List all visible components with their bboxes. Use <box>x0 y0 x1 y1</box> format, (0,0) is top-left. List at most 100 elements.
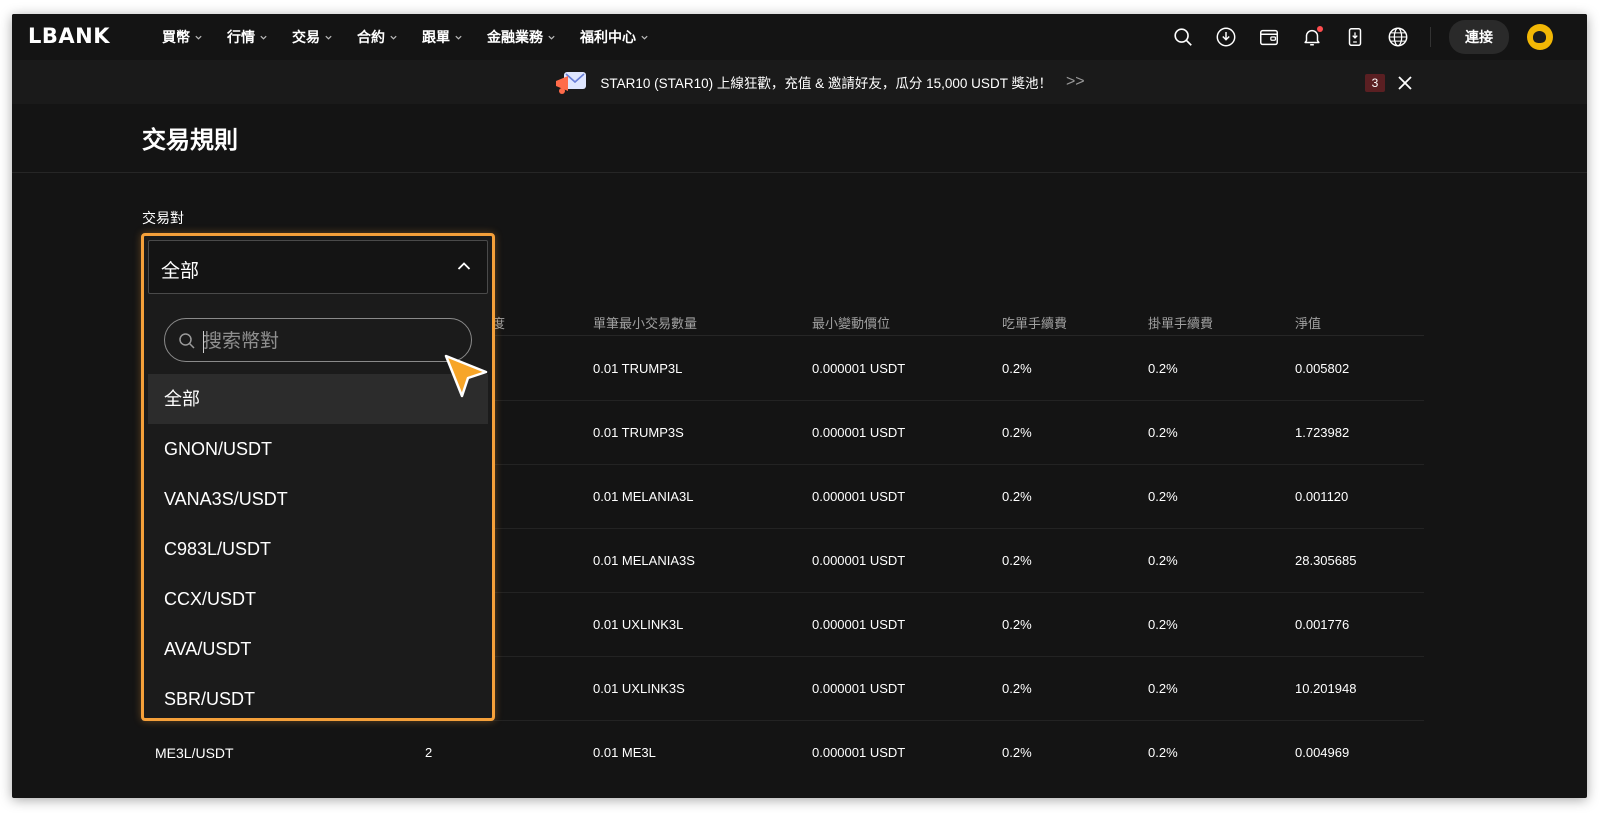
option-all[interactable]: 全部 <box>148 374 488 424</box>
taker-fee-cell: 0.2% <box>1002 745 1032 760</box>
nav-cell: 0.001776 <box>1295 617 1350 632</box>
announcement-count-badge: 3 <box>1365 74 1385 92</box>
text-cursor <box>203 331 204 353</box>
nav-label: 交易 <box>292 29 320 45</box>
nav-item-trade[interactable]: 交易 <box>292 27 333 47</box>
nav-cell: 0.001120 <box>1295 489 1349 504</box>
taker-fee-cell: 0.2% <box>1002 681 1032 696</box>
trading-pair-label: 交易對 <box>142 210 184 226</box>
maker-fee-cell: 0.2% <box>1148 745 1178 760</box>
announcement-link[interactable]: STAR10 (STAR10) 上線狂歡，充值 & 邀請好友，瓜分 15,000… <box>554 67 1085 97</box>
min-quantity-cell: 0.01 MELANIA3S <box>593 553 695 568</box>
bell-icon[interactable] <box>1300 25 1324 49</box>
option-gnon-usdt[interactable]: GNON/USDT <box>148 424 488 474</box>
search-icon <box>179 333 195 349</box>
min-quantity-cell: 0.01 TRUMP3L <box>593 361 683 376</box>
nav-label: 行情 <box>227 29 255 45</box>
tick-size-cell: 0.000001 USDT <box>812 489 906 504</box>
option-ava-usdt[interactable]: AVA/USDT <box>148 624 488 674</box>
pair-cell: ME3L/USDT <box>155 745 234 761</box>
announcement-bar: STAR10 (STAR10) 上線狂歡，充值 & 邀請好友，瓜分 15,000… <box>12 60 1587 104</box>
page-title: 交易規則 <box>142 127 238 154</box>
chevron-up-icon <box>457 262 471 270</box>
pointer-cursor-icon <box>444 354 488 398</box>
selected-value: 全部 <box>161 261 200 282</box>
close-icon[interactable] <box>1395 73 1415 93</box>
nav-label: 合約 <box>357 29 385 45</box>
maker-fee-cell: 0.2% <box>1148 553 1178 568</box>
nav-item-buy-crypto[interactable]: 買幣 <box>162 27 203 47</box>
option-sbr-usdt[interactable]: SBR/USDT <box>148 674 488 724</box>
column-header-nav: 淨值 <box>1295 316 1322 331</box>
app-window: LBANK 買幣 行情 交易 合約 跟單 金融業務 福利中心 連接 STAR10… <box>12 14 1587 798</box>
maker-fee-cell: 0.2% <box>1148 425 1178 440</box>
chevron-down-icon <box>641 35 648 40</box>
avatar[interactable] <box>1527 24 1553 50</box>
chevron-down-icon <box>195 35 202 40</box>
trading-pair-select[interactable]: 全部 <box>148 240 488 294</box>
connect-button[interactable]: 連接 <box>1449 20 1509 54</box>
option-vana3s-usdt[interactable]: VANA3S/USDT <box>148 474 488 524</box>
taker-fee-cell: 0.2% <box>1002 425 1032 440</box>
chevron-down-icon <box>455 35 462 40</box>
pair-search-input[interactable] <box>203 327 453 355</box>
double-chevron-right-icon: >> <box>1065 73 1085 90</box>
min-quantity-cell: 0.01 UXLINK3L <box>593 617 684 632</box>
option-c983l-usdt[interactable]: C983L/USDT <box>148 524 488 574</box>
taker-fee-cell: 0.2% <box>1002 361 1032 376</box>
divider <box>1430 27 1431 47</box>
tick-size-cell: 0.000001 USDT <box>812 553 906 568</box>
notification-dot <box>1317 26 1323 32</box>
chevron-down-icon <box>390 35 397 40</box>
nav-item-markets[interactable]: 行情 <box>227 27 268 47</box>
nav-cell: 28.305685 <box>1295 553 1357 568</box>
nav-item-copy-trading[interactable]: 跟單 <box>422 27 463 47</box>
taker-fee-cell: 0.2% <box>1002 553 1032 568</box>
option-ccx-usdt[interactable]: CCX/USDT <box>148 574 488 624</box>
main-menu: 買幣 行情 交易 合約 跟單 金融業務 福利中心 <box>162 14 673 60</box>
nav-label: 跟單 <box>422 29 450 45</box>
globe-icon[interactable] <box>1386 25 1410 49</box>
nav-item-rewards-center[interactable]: 福利中心 <box>580 27 649 47</box>
section-divider <box>12 172 1587 173</box>
top-navigation: LBANK 買幣 行情 交易 合約 跟單 金融業務 福利中心 連接 <box>12 14 1587 60</box>
tick-size-cell: 0.000001 USDT <box>812 361 906 376</box>
nav-item-futures[interactable]: 合約 <box>357 27 398 47</box>
nav-cell: 0.004969 <box>1295 745 1350 760</box>
taker-fee-cell: 0.2% <box>1002 489 1032 504</box>
nav-cell: 0.005802 <box>1295 361 1350 376</box>
download-icon[interactable] <box>1214 25 1238 49</box>
taker-fee-cell: 0.2% <box>1002 617 1032 632</box>
search-icon[interactable] <box>1171 25 1195 49</box>
min-quantity-cell: 0.01 TRUMP3S <box>593 425 684 440</box>
mobile-app-icon[interactable] <box>1343 25 1367 49</box>
min-quantity-cell: 0.01 ME3L <box>593 745 656 760</box>
table-row: ME3L/USDT 2 0.01 ME3L 0.000001 USDT 0.2%… <box>142 721 1424 785</box>
precision-cell: 2 <box>425 745 433 760</box>
nav-item-finance[interactable]: 金融業務 <box>487 27 556 47</box>
tick-size-cell: 0.000001 USDT <box>812 425 906 440</box>
wallet-icon[interactable] <box>1257 25 1281 49</box>
maker-fee-cell: 0.2% <box>1148 617 1178 632</box>
header-actions: 連接 <box>1152 14 1553 60</box>
trading-pair-dropdown: 全部 全部 GNON/USDT VANA3S/USDT C983L/USDT C… <box>141 233 495 721</box>
nav-label: 福利中心 <box>580 29 636 45</box>
maker-fee-cell: 0.2% <box>1148 489 1178 504</box>
column-header-tick-size: 最小變動價位 <box>812 316 891 331</box>
min-quantity-cell: 0.01 UXLINK3S <box>593 681 685 696</box>
nav-label: 金融業務 <box>487 29 543 45</box>
announcement-text: STAR10 (STAR10) 上線狂歡，充值 & 邀請好友，瓜分 15,000… <box>600 76 1052 91</box>
logo[interactable]: LBANK <box>28 24 110 48</box>
column-header-maker-fee: 掛單手續費 <box>1148 316 1214 331</box>
chevron-down-icon <box>548 35 555 40</box>
chevron-down-icon <box>260 35 267 40</box>
nav-label: 買幣 <box>162 29 190 45</box>
column-header-taker-fee: 吃單手續費 <box>1002 316 1068 331</box>
pair-search-box <box>164 318 472 362</box>
column-header-min-quantity: 單筆最小交易數量 <box>593 316 698 331</box>
min-quantity-cell: 0.01 MELANIA3L <box>593 489 694 504</box>
maker-fee-cell: 0.2% <box>1148 681 1178 696</box>
maker-fee-cell: 0.2% <box>1148 361 1178 376</box>
tick-size-cell: 0.000001 USDT <box>812 617 906 632</box>
nav-cell: 10.201948 <box>1295 681 1357 696</box>
